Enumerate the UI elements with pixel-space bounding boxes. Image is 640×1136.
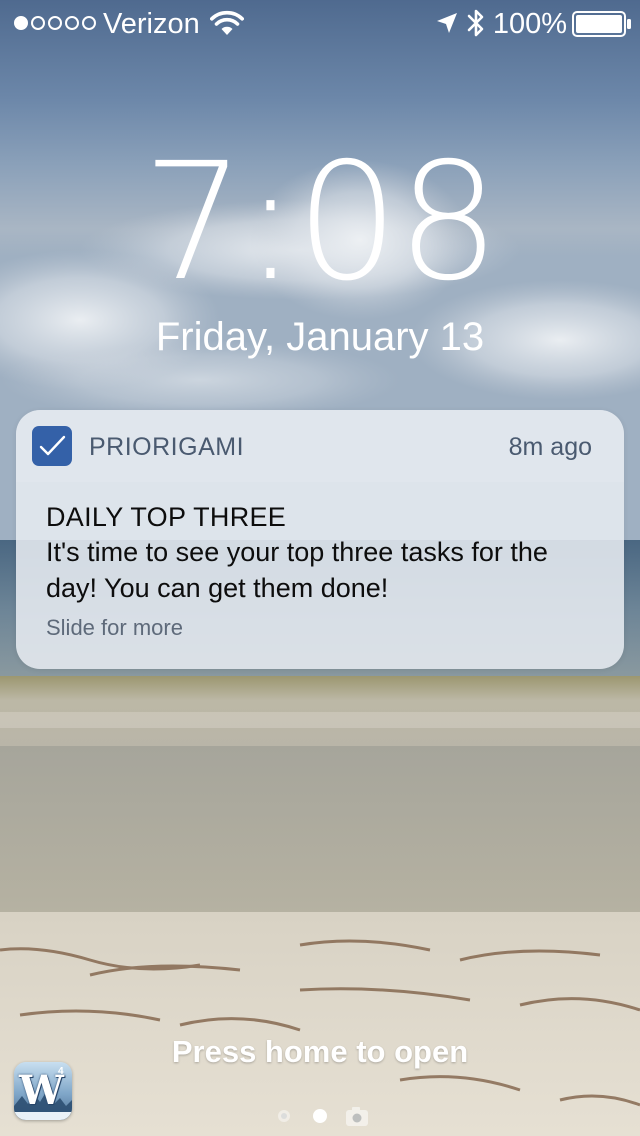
- app-icon-superscript: 4: [58, 1066, 64, 1077]
- location-arrow-icon: [437, 13, 457, 33]
- bluetooth-icon: [467, 9, 484, 37]
- lock-screen-date: Friday, January 13: [155, 315, 485, 359]
- wifi-icon: [210, 10, 244, 35]
- signal-dot: [14, 16, 28, 30]
- words-game-app-icon[interactable]: W 4: [14, 1062, 72, 1120]
- carrier-name: Verizon: [103, 8, 200, 40]
- widgets-page-dot: [278, 1110, 290, 1122]
- page-indicator: [278, 1107, 368, 1126]
- status-bar: Verizon 100%: [0, 0, 640, 48]
- notification-title: DAILY TOP THREE: [46, 502, 287, 532]
- signal-dot: [48, 16, 62, 30]
- notification-slide-hint: Slide for more: [46, 615, 183, 640]
- camera-icon: [346, 1107, 368, 1126]
- signal-strength-indicator: [14, 16, 96, 30]
- notification-time: 8m ago: [508, 433, 592, 461]
- notification-body: DAILY TOP THREE It's time to see your to…: [46, 500, 606, 642]
- battery-percentage: 100%: [492, 8, 567, 40]
- notification-message: It's time to see your top three tasks fo…: [46, 537, 548, 603]
- lock-screen-time: 7:08: [142, 129, 500, 317]
- signal-dot: [65, 16, 79, 30]
- signal-dot: [82, 16, 96, 30]
- battery-icon: [572, 11, 631, 37]
- checkmark-icon: [32, 426, 72, 466]
- signal-dot: [31, 16, 45, 30]
- press-home-to-open-label: Press home to open: [171, 1034, 469, 1069]
- lock-page-dot: [313, 1109, 327, 1123]
- notification-card[interactable]: PRIORIGAMI 8m ago DAILY TOP THREE It's t…: [16, 410, 624, 669]
- notification-app-name: PRIORIGAMI: [89, 433, 245, 461]
- notification-header: PRIORIGAMI 8m ago: [16, 410, 624, 482]
